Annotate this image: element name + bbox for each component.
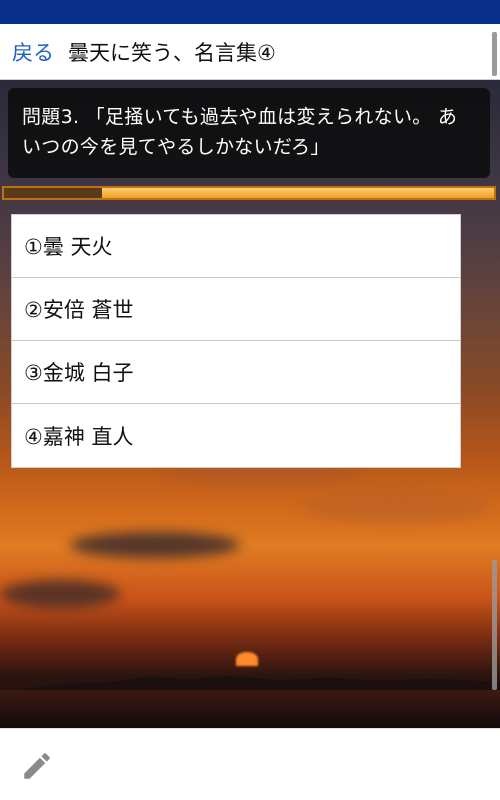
footer-bar (0, 728, 500, 800)
question-box: 問題3. 「足掻いても過去や血は変えられない。 あいつの今を見てやるしかないだろ… (8, 88, 490, 178)
answer-option-1[interactable]: ①曇 天火 (12, 215, 460, 278)
scrollbar[interactable] (492, 560, 497, 690)
app-header: 戻る 曇天に笑う、名言集④ (0, 24, 500, 80)
scrollbar[interactable] (492, 32, 497, 76)
cloud (0, 580, 120, 608)
progress-bar (2, 186, 496, 200)
answer-option-3[interactable]: ③金城 白子 (12, 341, 460, 404)
answer-list: ①曇 天火 ②安倍 蒼世 ③金城 白子 ④嘉神 直人 (11, 214, 461, 468)
answer-option-4[interactable]: ④嘉神 直人 (12, 404, 460, 467)
water (0, 690, 500, 728)
pencil-icon[interactable] (20, 749, 54, 783)
page-title: 曇天に笑う、名言集④ (68, 40, 276, 65)
cloud (70, 532, 240, 558)
answer-option-2[interactable]: ②安倍 蒼世 (12, 278, 460, 341)
cloud (300, 490, 490, 524)
question-text: 問題3. 「足掻いても過去や血は変えられない。 あいつの今を見てやるしかないだろ… (22, 106, 458, 158)
progress-bar-fill (102, 188, 494, 198)
back-button[interactable]: 戻る (0, 37, 68, 67)
sun (236, 652, 258, 666)
status-bar (0, 0, 500, 24)
